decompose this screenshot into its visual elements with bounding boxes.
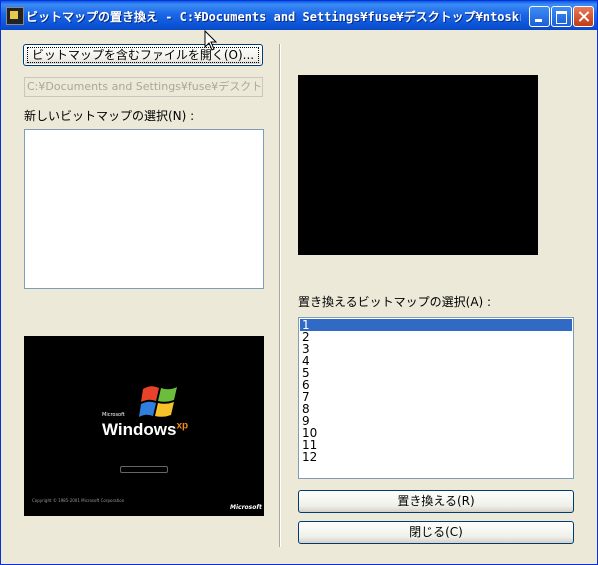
minimize-icon[interactable] [529, 6, 550, 27]
list-item[interactable]: 11 [300, 439, 572, 451]
list-item[interactable]: 5 [300, 367, 572, 379]
replacement-bitmap-preview [298, 75, 538, 255]
microsoft-small-text: Microsoft [102, 412, 125, 418]
new-bitmap-label: 新しいビットマップの選択(N) : [24, 109, 195, 123]
list-item[interactable]: 7 [300, 391, 572, 403]
windows-brand: Windows [102, 420, 177, 439]
list-item[interactable]: 6 [300, 379, 572, 391]
microsoft-logo: Microsoft [230, 504, 262, 511]
dialog-window: ビットマップの置き換え - C:¥Documents and Settings¥… [0, 0, 598, 565]
list-item[interactable]: 8 [300, 403, 572, 415]
list-item[interactable]: 12 [300, 451, 572, 463]
new-bitmap-list[interactable] [24, 129, 264, 289]
xp-edition: xp [176, 420, 189, 432]
title-bar[interactable]: ビットマップの置き換え - C:¥Documents and Settings¥… [1, 1, 597, 30]
close-button[interactable]: 閉じる(C) [298, 521, 574, 544]
windows-flag-icon [139, 386, 177, 417]
open-file-button[interactable]: ビットマップを含むファイルを開く(O)... [23, 44, 263, 66]
list-item[interactable]: 2 [300, 331, 572, 343]
maximize-icon[interactable] [551, 6, 572, 27]
window-title: ビットマップの置き換え - C:¥Documents and Settings¥… [26, 10, 521, 24]
current-bitmap-preview: Microsoft Windowsxp Copyright © 1985-200… [24, 336, 264, 516]
replace-bitmap-list[interactable]: 1 2 3 4 5 6 7 8 9 10 11 12 [298, 317, 574, 479]
list-item[interactable]: 10 [300, 427, 572, 439]
list-item[interactable]: 4 [300, 355, 572, 367]
list-item[interactable]: 1 [300, 319, 572, 331]
copyright-text: Copyright © 1985-2001 Microsoft Corporat… [32, 498, 125, 503]
boot-progress-bar [120, 466, 168, 473]
replace-button[interactable]: 置き換える(R) [298, 490, 574, 513]
mouse-cursor-icon [204, 30, 218, 51]
vertical-divider [279, 44, 281, 547]
close-icon[interactable] [573, 6, 594, 27]
list-item[interactable]: 9 [300, 415, 572, 427]
open-file-button-label: ビットマップを含むファイルを開く(O)... [26, 47, 260, 63]
list-item[interactable]: 3 [300, 343, 572, 355]
app-icon[interactable] [6, 7, 24, 25]
windows-wordmark: Windowsxp [102, 420, 188, 440]
replace-bitmap-label: 置き換えるビットマップの選択(A) : [298, 295, 492, 309]
file-path-field: C:¥Documents and Settings¥fuse¥デスクトップ [24, 77, 263, 97]
